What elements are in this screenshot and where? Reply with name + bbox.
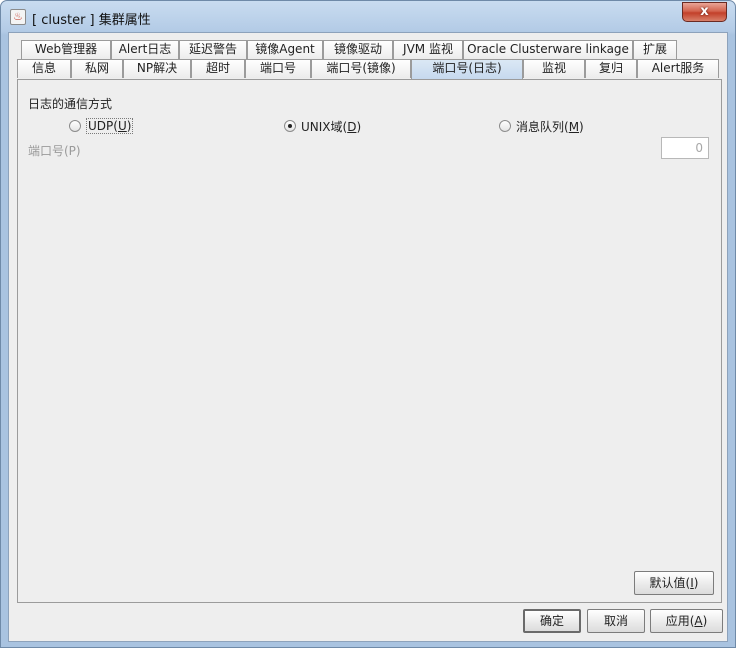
dialog-client-area: Web管理器 Alert日志 延迟警告 镜像Agent 镜像驱动 JVM 监视 …: [8, 32, 728, 642]
tab-port-mirror[interactable]: 端口号(镜像): [311, 59, 411, 78]
log-communication-method-label: 日志的通信方式: [28, 97, 113, 111]
tab-mirror-driver[interactable]: 镜像驱动: [323, 40, 393, 59]
tab-extension[interactable]: 扩展: [633, 40, 677, 59]
tab-alert-log[interactable]: Alert日志: [111, 40, 179, 59]
tab-alert-service[interactable]: Alert服务: [637, 59, 719, 78]
radio-message-queue[interactable]: 消息队列(M): [499, 118, 584, 134]
radio-message-queue-label: 消息队列(M): [516, 119, 584, 134]
radio-unix-domain-label: UNIX域(D): [301, 119, 362, 134]
tab-recovery[interactable]: 复归: [585, 59, 637, 78]
tab-row-2: 信息 私网 NP解决 超时 端口号 端口号(镜像) 端口号(日志) 监视 复归 …: [9, 59, 729, 79]
tab-oracle-clusterware-linkage[interactable]: Oracle Clusterware linkage: [463, 40, 633, 59]
radio-udp-label: UDP(U): [86, 118, 134, 134]
tab-delay-warning[interactable]: 延迟警告: [179, 40, 247, 59]
cluster-properties-window: ♨ [ cluster ] 集群属性 x Web管理器 Alert日志 延迟警告…: [0, 0, 736, 648]
radio-unix-domain[interactable]: UNIX域(D): [284, 118, 361, 134]
default-value-button[interactable]: 默认值(I): [634, 571, 714, 595]
tab-jvm-monitor[interactable]: JVM 监视: [393, 40, 463, 59]
tab-np-resolution[interactable]: NP解决: [123, 59, 191, 78]
tab-monitor[interactable]: 监视: [523, 59, 585, 78]
cancel-button[interactable]: 取消: [587, 609, 645, 633]
tab-private-network[interactable]: 私网: [71, 59, 123, 78]
port-log-panel: 日志的通信方式 UDP(U) UNIX域(D) 消息队列(M) 端口号(P) 默…: [17, 79, 722, 603]
tab-timeout[interactable]: 超时: [191, 59, 245, 78]
apply-button[interactable]: 应用(A): [650, 609, 723, 633]
tab-row-1: Web管理器 Alert日志 延迟警告 镜像Agent 镜像驱动 JVM 监视 …: [9, 40, 729, 59]
tab-port[interactable]: 端口号: [245, 59, 311, 78]
window-title: [ cluster ] 集群属性: [32, 13, 151, 28]
tab-web-manager[interactable]: Web管理器: [21, 40, 111, 59]
radio-udp[interactable]: UDP(U): [69, 118, 134, 134]
radio-udp-indicator[interactable]: [69, 120, 81, 132]
radio-message-queue-indicator[interactable]: [499, 120, 511, 132]
tab-info[interactable]: 信息: [17, 59, 71, 78]
ok-button[interactable]: 确定: [523, 609, 581, 633]
tab-mirror-agent[interactable]: 镜像Agent: [247, 40, 323, 59]
title-bar: ♨ [ cluster ] 集群属性 x: [1, 1, 735, 33]
port-number-input[interactable]: [661, 137, 709, 159]
tab-port-log[interactable]: 端口号(日志): [411, 59, 523, 79]
java-app-icon: ♨: [10, 9, 26, 25]
close-button[interactable]: x: [682, 2, 727, 22]
port-number-label: 端口号(P): [28, 144, 81, 158]
radio-unix-domain-indicator[interactable]: [284, 120, 296, 132]
